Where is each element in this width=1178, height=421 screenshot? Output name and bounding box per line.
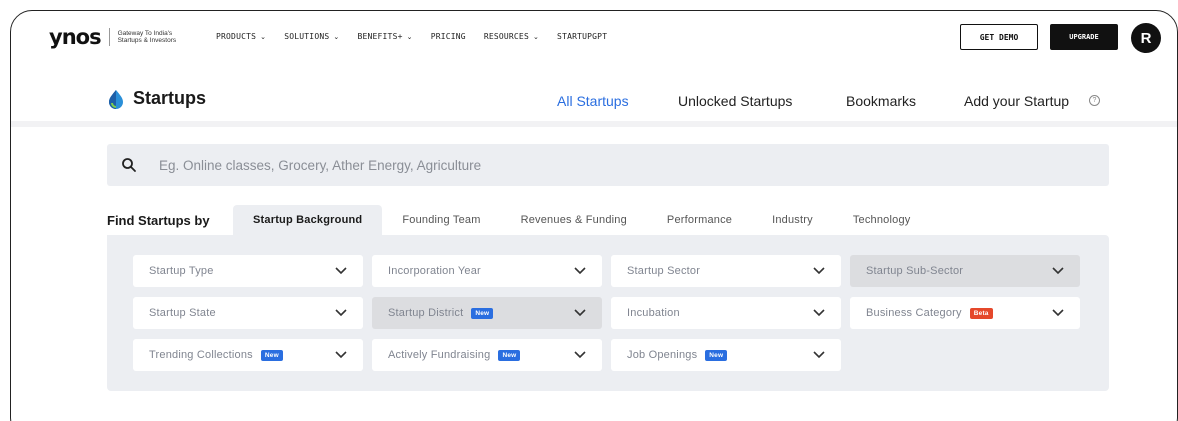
- dropdown-label-text: Incubation: [627, 307, 680, 319]
- dropdown-label-text: Job Openings: [627, 349, 698, 361]
- dropdown-label: Actively Fundraising New: [388, 349, 521, 361]
- find-startups-label: Find Startups by: [107, 213, 210, 228]
- search-bar: [107, 144, 1109, 186]
- chevron-down-icon: [1052, 309, 1064, 317]
- dropdown-trending-collections[interactable]: Trending Collections New: [133, 339, 363, 371]
- chevron-down-icon: [1052, 267, 1064, 275]
- dropdown-label-text: Startup Sector: [627, 265, 701, 277]
- user-avatar[interactable]: R: [1131, 23, 1161, 53]
- dropdown-label: Business Category Beta: [866, 307, 993, 319]
- chevron-down-icon: ⌄: [333, 32, 340, 41]
- dropdown-label: Startup Type: [149, 265, 214, 277]
- menu-solutions[interactable]: SOLUTIONS ⌄: [284, 32, 339, 41]
- dropdown-label: Trending Collections New: [149, 349, 283, 361]
- search-input[interactable]: [159, 157, 959, 173]
- dropdown-label: Incubation: [627, 307, 680, 319]
- startups-brand: Startups: [107, 88, 206, 109]
- menu-startupgpt[interactable]: STARTUPGPT: [557, 32, 607, 41]
- tab-unlocked-startups[interactable]: Unlocked Startups: [678, 93, 792, 109]
- dropdown-incubation[interactable]: Incubation: [611, 297, 841, 329]
- new-badge: New: [260, 349, 283, 361]
- menu-solutions-label: SOLUTIONS: [284, 32, 330, 41]
- dropdown-label: Incorporation Year: [388, 265, 481, 277]
- tab-revenues-funding[interactable]: Revenues & Funding: [501, 205, 647, 235]
- chevron-down-icon: ⌄: [406, 32, 413, 41]
- browser-frame: ynos Gateway To India's Startups & Inves…: [10, 10, 1178, 421]
- dropdown-startup-sector[interactable]: Startup Sector: [611, 255, 841, 287]
- logo-wordmark: ynos: [49, 25, 102, 49]
- dropdown-label: Job Openings New: [627, 349, 728, 361]
- dropdown-label-text: Business Category: [866, 307, 962, 319]
- chevron-down-icon: [574, 309, 586, 317]
- chevron-down-icon: ⌄: [532, 32, 540, 41]
- tab-founding-team[interactable]: Founding Team: [382, 205, 500, 235]
- tab-industry[interactable]: Industry: [752, 205, 833, 235]
- logo-divider: [108, 28, 110, 46]
- chevron-down-icon: [813, 309, 825, 317]
- chevron-down-icon: [335, 309, 347, 317]
- menu-resources[interactable]: RESOURCES ⌄: [484, 32, 539, 41]
- dropdown-incorporation-year[interactable]: Incorporation Year: [372, 255, 602, 287]
- new-badge: New: [705, 349, 728, 361]
- tab-technology[interactable]: Technology: [833, 205, 931, 235]
- beta-badge: Beta: [969, 307, 993, 319]
- top-navbar: ynos Gateway To India's Startups & Inves…: [11, 11, 1177, 65]
- dropdown-label: Startup Sector: [627, 265, 700, 277]
- chevron-down-icon: ⌄: [260, 32, 267, 41]
- ynos-logo[interactable]: ynos Gateway To India's Startups & Inves…: [49, 25, 178, 49]
- dropdown-label-text: Incorporation Year: [388, 265, 481, 277]
- tab-startup-background[interactable]: Startup Background: [233, 205, 383, 235]
- dropdown-label-text: Startup Sub-Sector: [866, 265, 964, 277]
- dropdown-startup-sub-sector[interactable]: Startup Sub-Sector: [850, 255, 1080, 287]
- menu-benefits[interactable]: BENEFITS+ ⌄: [357, 32, 412, 41]
- dropdown-label-text: Startup State: [149, 307, 216, 319]
- dropdown-actively-fundraising[interactable]: Actively Fundraising New: [372, 339, 602, 371]
- menu-resources-label: RESOURCES: [483, 32, 529, 41]
- new-badge: New: [498, 349, 521, 361]
- tab-bookmarks[interactable]: Bookmarks: [846, 93, 916, 109]
- main-menu: PRODUCTS ⌄ SOLUTIONS ⌄ BENEFITS+ ⌄ PRICING …: [216, 32, 625, 41]
- chevron-down-icon: [335, 351, 347, 359]
- dropdown-label: Startup District New: [388, 307, 494, 319]
- page-title: Startups: [133, 88, 207, 108]
- help-icon[interactable]: ?: [1089, 95, 1100, 106]
- dropdown-startup-district[interactable]: Startup District New: [372, 297, 602, 329]
- tab-all-startups[interactable]: All Startups: [557, 93, 629, 109]
- get-demo-button[interactable]: GET DEMO: [960, 24, 1038, 50]
- dropdown-label-text: Startup Type: [149, 265, 214, 277]
- menu-benefits-label: BENEFITS+: [357, 32, 403, 41]
- menu-pricing-label: PRICING: [430, 32, 466, 41]
- chevron-down-icon: [335, 267, 347, 275]
- dropdown-label: Startup Sub-Sector: [866, 265, 963, 277]
- menu-pricing[interactable]: PRICING: [431, 32, 466, 41]
- dropdown-label-text: Actively Fundraising: [388, 349, 491, 361]
- search-icon: [122, 158, 136, 172]
- chevron-down-icon: [574, 267, 586, 275]
- filter-panel: Startup Type Incorporation Year Startup …: [107, 235, 1109, 391]
- dropdown-label-text: Trending Collections: [149, 349, 253, 361]
- startups-subheader: Startups All Startups Unlocked Startups …: [11, 71, 1177, 127]
- filter-tabs: Startup Background Founding Team Revenue…: [233, 205, 930, 235]
- tab-performance[interactable]: Performance: [647, 205, 752, 235]
- tab-add-your-startup[interactable]: Add your Startup: [964, 93, 1069, 109]
- menu-products-label: PRODUCTS: [216, 32, 257, 41]
- dropdown-startup-type[interactable]: Startup Type: [133, 255, 363, 287]
- dropdown-business-category[interactable]: Business Category Beta: [850, 297, 1080, 329]
- upgrade-button[interactable]: UPGRADE: [1050, 24, 1118, 50]
- dropdown-job-openings[interactable]: Job Openings New: [611, 339, 841, 371]
- dropdown-startup-state[interactable]: Startup State: [133, 297, 363, 329]
- new-badge: New: [471, 307, 494, 319]
- logo-tagline: Gateway To India's Startups & Investors: [117, 29, 177, 45]
- dropdown-label-text: Startup District: [388, 307, 464, 319]
- menu-products[interactable]: PRODUCTS ⌄: [216, 32, 266, 41]
- droplet-icon: [109, 89, 123, 109]
- chevron-down-icon: [813, 351, 825, 359]
- chevron-down-icon: [813, 267, 825, 275]
- dropdown-label: Startup State: [149, 307, 216, 319]
- chevron-down-icon: [574, 351, 586, 359]
- menu-startupgpt-label: STARTUPGPT: [557, 32, 608, 41]
